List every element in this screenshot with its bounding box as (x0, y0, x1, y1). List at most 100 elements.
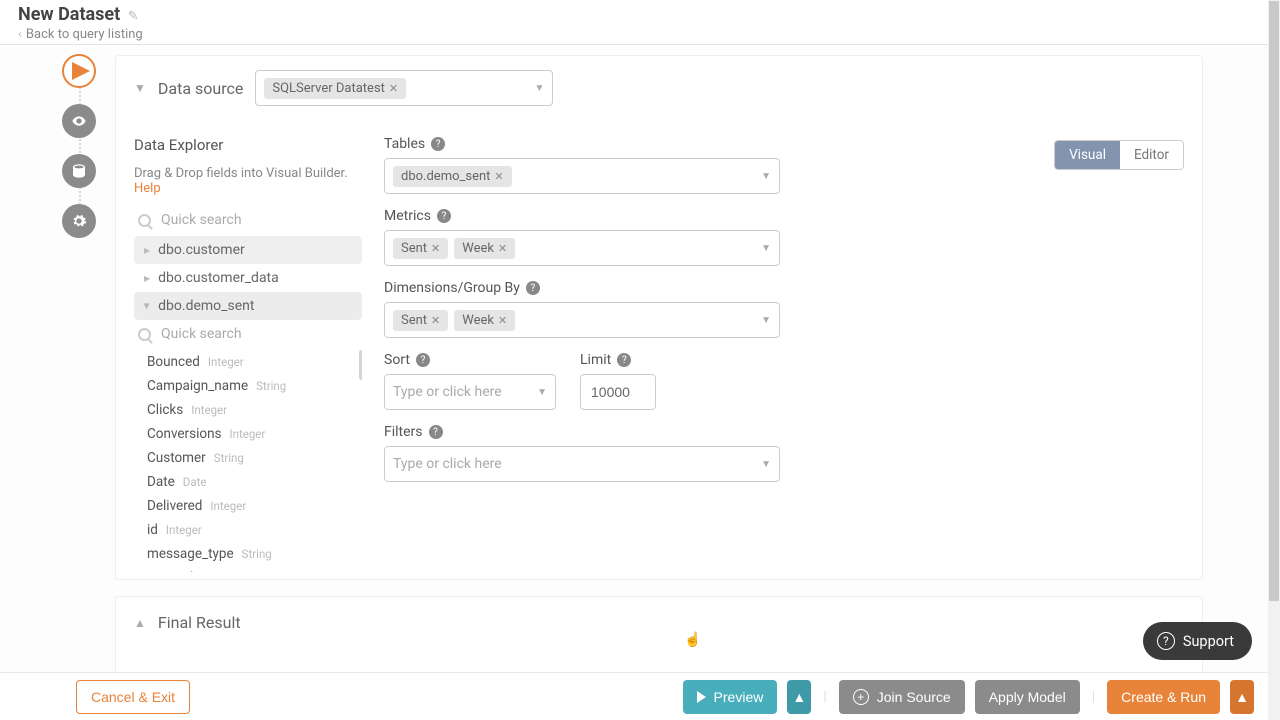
tables-tag: dbo.demo_sent✕ (393, 166, 512, 187)
step-settings[interactable] (62, 204, 96, 238)
sort-select[interactable]: Type or click here ▼ (384, 374, 556, 410)
final-result-title: Final Result (158, 613, 241, 632)
field-campaign-name[interactable]: Campaign_nameString (135, 374, 362, 398)
preview-button[interactable]: Preview (683, 680, 778, 714)
field-date[interactable]: DateDate (135, 470, 362, 494)
datasource-select[interactable]: SQLServer Datatest✕ ▼ (255, 70, 553, 106)
join-source-button[interactable]: +Join Source (839, 680, 965, 714)
chevron-down-icon[interactable]: ▼ (761, 171, 771, 182)
help-icon[interactable]: ? (431, 137, 445, 151)
mode-visual[interactable]: Visual (1055, 141, 1120, 169)
chevron-down-icon[interactable]: ▼ (761, 315, 771, 326)
filters-label: Filters (384, 424, 423, 440)
remove-dim-icon[interactable]: ✕ (498, 314, 507, 327)
remove-metric-icon[interactable]: ✕ (431, 242, 440, 255)
sort-label: Sort (384, 352, 410, 368)
field-search[interactable]: Quick search (134, 320, 362, 350)
back-link[interactable]: ‹ Back to query listing (18, 27, 1250, 42)
step-source[interactable] (62, 54, 96, 88)
dim-tag-week: Week✕ (454, 310, 515, 331)
field-bounced[interactable]: BouncedInteger (135, 350, 362, 374)
table-item-customer-data[interactable]: ▶dbo.customer_data (134, 264, 362, 292)
dim-tag-sent: Sent✕ (393, 310, 448, 331)
chevron-down-icon[interactable]: ▼ (761, 243, 771, 254)
chevron-down-icon[interactable]: ▼ (761, 459, 771, 470)
table-item-demo-sent[interactable]: ▶dbo.demo_sent (134, 292, 362, 320)
caret-right-icon: ▶ (144, 274, 150, 283)
topbar: New Dataset ✎ ‹ Back to query listing (0, 0, 1268, 45)
scrollbar-thumb[interactable] (1269, 1, 1279, 601)
step-data[interactable] (62, 154, 96, 188)
mode-editor[interactable]: Editor (1120, 141, 1183, 169)
help-link[interactable]: Help (134, 181, 161, 196)
field-opened[interactable]: OpenedInteger (135, 566, 362, 572)
tables-select[interactable]: dbo.demo_sent✕ ▼ (384, 158, 780, 194)
edit-title-icon[interactable]: ✎ (128, 9, 139, 24)
datasource-header: ▼ Data source SQLServer Datatest✕ ▼ (116, 56, 1202, 118)
help-icon[interactable]: ? (437, 209, 451, 223)
table-search[interactable]: Quick search (134, 206, 362, 236)
limit-input[interactable] (580, 374, 656, 410)
metrics-label: Metrics (384, 208, 431, 224)
search-icon (138, 214, 151, 227)
search-icon (138, 328, 151, 341)
dimensions-label: Dimensions/Group By (384, 280, 520, 296)
help-icon[interactable]: ? (416, 353, 430, 367)
field-clicks[interactable]: ClicksInteger (135, 398, 362, 422)
remove-metric-icon[interactable]: ✕ (498, 242, 507, 255)
apply-model-button[interactable]: Apply Model (975, 680, 1080, 714)
eye-icon (71, 113, 87, 129)
metric-tag-sent: Sent✕ (393, 238, 448, 259)
help-icon[interactable]: ? (617, 353, 631, 367)
remove-table-icon[interactable]: ✕ (494, 170, 503, 183)
separator: | (1090, 689, 1097, 705)
chevron-down-icon[interactable]: ▼ (537, 387, 547, 398)
database-icon (71, 163, 87, 179)
field-id[interactable]: idInteger (135, 518, 362, 542)
support-button[interactable]: ? Support (1143, 622, 1252, 660)
separator: | (821, 689, 828, 705)
metrics-select[interactable]: Sent✕ Week✕ ▼ (384, 230, 780, 266)
page-title: New Dataset (18, 4, 120, 25)
caret-down-icon: ▶ (143, 303, 152, 309)
table-list: ▶dbo.customer ▶dbo.customer_data ▶dbo.de… (134, 236, 362, 320)
preview-more-button[interactable]: ▲ (787, 680, 811, 714)
page-scrollbar[interactable] (1268, 0, 1280, 720)
field-conversions[interactable]: ConversionsInteger (135, 422, 362, 446)
data-explorer: Data Explorer Drag & Drop fields into Vi… (134, 136, 362, 572)
caret-right-icon: ▶ (144, 246, 150, 255)
field-list: BouncedInteger Campaign_nameString Click… (134, 350, 362, 572)
table-item-customer[interactable]: ▶dbo.customer (134, 236, 362, 264)
filters-select[interactable]: Type or click here ▼ (384, 446, 780, 482)
footer-bar: Cancel & Exit Preview ▲ | +Join Source A… (0, 672, 1268, 720)
remove-dim-icon[interactable]: ✕ (431, 314, 440, 327)
back-label: Back to query listing (26, 27, 143, 42)
main-card: ▼ Data source SQLServer Datatest✕ ▼ Data… (115, 55, 1203, 580)
dimensions-select[interactable]: Sent✕ Week✕ ▼ (384, 302, 780, 338)
help-circle-icon: ? (1157, 632, 1175, 650)
create-run-button[interactable]: Create & Run (1107, 680, 1220, 714)
chevron-down-icon[interactable]: ▼ (534, 83, 544, 94)
field-message-type[interactable]: message_typeString (135, 542, 362, 566)
search-placeholder: Quick search (161, 326, 242, 342)
filters-placeholder: Type or click here (393, 456, 502, 472)
cancel-button[interactable]: Cancel & Exit (76, 680, 190, 714)
metric-tag-week: Week✕ (454, 238, 515, 259)
field-delivered[interactable]: DeliveredInteger (135, 494, 362, 518)
search-placeholder: Quick search (161, 212, 242, 228)
explorer-title: Data Explorer (134, 136, 362, 154)
collapse-datasource-icon[interactable]: ▼ (134, 81, 146, 95)
help-icon[interactable]: ? (429, 425, 443, 439)
chevron-left-icon: ‹ (18, 27, 22, 42)
field-scrollbar[interactable] (359, 350, 362, 380)
field-customer[interactable]: CustomerString (135, 446, 362, 470)
remove-datasource-icon[interactable]: ✕ (389, 82, 398, 95)
tables-label: Tables (384, 136, 425, 152)
sort-placeholder: Type or click here (393, 384, 502, 400)
rail-line (79, 72, 81, 220)
step-preview[interactable] (62, 104, 96, 138)
collapse-final-icon[interactable]: ▲ (134, 616, 146, 630)
create-more-button[interactable]: ▲ (1230, 680, 1254, 714)
play-icon (72, 62, 90, 80)
help-icon[interactable]: ? (526, 281, 540, 295)
